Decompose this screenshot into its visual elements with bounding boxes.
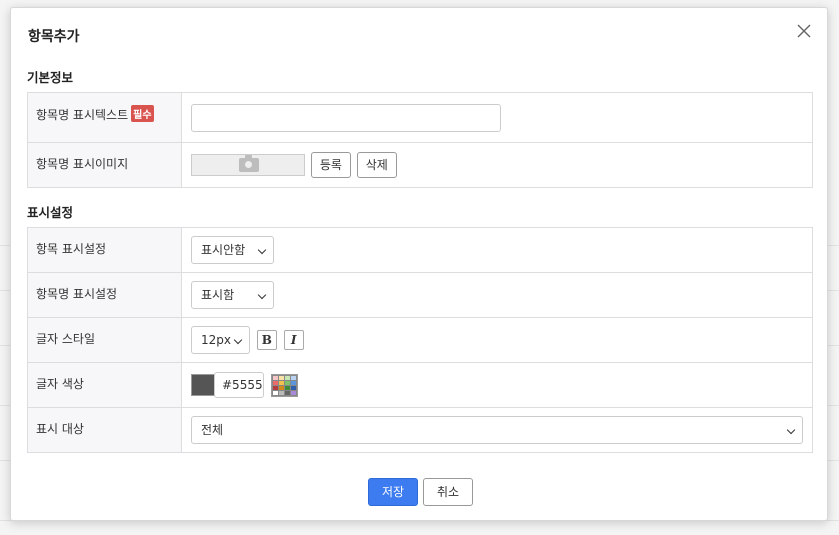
section-title-basic-info: 기본정보: [27, 70, 74, 85]
form-label: 항목명 표시이미지: [27, 142, 182, 188]
item-name-text-input[interactable]: [191, 103, 501, 132]
save-button[interactable]: 저장: [368, 478, 418, 506]
item-display-selected: 표시안함: [201, 243, 246, 257]
form-row-item-name-display: 항목명 표시설정 표시함: [27, 272, 813, 318]
close-button[interactable]: [795, 22, 813, 40]
chevron-down-icon: [257, 290, 267, 300]
chevron-down-icon: [786, 425, 796, 435]
delete-image-button[interactable]: 삭제: [356, 152, 397, 178]
form-value: 등록 삭제: [181, 142, 813, 188]
image-preview: [191, 154, 305, 176]
form-value: #5555: [181, 362, 813, 408]
item-name-display-label: 항목명 표시설정: [36, 287, 118, 301]
form-row-item-name-image: 항목명 표시이미지 등록 삭제: [27, 142, 813, 188]
form-value: 전체: [181, 407, 813, 453]
form-row-display-target: 표시 대상 전체: [27, 407, 813, 453]
item-name-text-label: 항목명 표시텍스트: [36, 108, 129, 122]
item-display-label: 항목 표시설정: [36, 242, 107, 256]
display-target-select[interactable]: 전체: [191, 416, 803, 444]
form-value: 12px B I: [181, 317, 813, 363]
chevron-down-icon: [233, 335, 243, 345]
form-row-font-color: 글자 색상 #5555: [27, 362, 813, 408]
font-size-select[interactable]: 12px: [191, 326, 250, 354]
close-icon: [797, 24, 811, 38]
form-label: 항목명 표시텍스트 필수: [27, 92, 182, 143]
form-value: 표시함: [181, 272, 813, 318]
form-label: 글자 색상: [27, 362, 182, 408]
form-row-item-display: 항목 표시설정 표시안함: [27, 227, 813, 273]
form-value: 표시안함: [181, 227, 813, 273]
required-badge: 필수: [131, 105, 154, 122]
color-palette-icon[interactable]: [270, 373, 298, 397]
color-value-input[interactable]: #5555: [214, 372, 264, 398]
item-name-display-select[interactable]: 표시함: [191, 281, 274, 309]
form-label: 항목명 표시설정: [27, 272, 182, 318]
bold-button[interactable]: B: [256, 330, 277, 350]
font-color-label: 글자 색상: [36, 377, 84, 391]
item-display-select[interactable]: 표시안함: [191, 236, 274, 264]
italic-button[interactable]: I: [283, 330, 304, 350]
font-size-selected: 12px: [201, 333, 231, 347]
form-value: [181, 92, 813, 143]
cancel-button[interactable]: 취소: [423, 478, 473, 506]
section-title-display-settings: 표시설정: [27, 205, 74, 220]
form-row-item-name-text: 항목명 표시텍스트 필수: [27, 92, 813, 143]
item-name-display-selected: 표시함: [201, 288, 235, 302]
camera-icon: [239, 155, 259, 172]
form-label: 표시 대상: [27, 407, 182, 453]
font-style-label: 글자 스타일: [36, 332, 96, 346]
add-item-modal: 항목추가 기본정보 항목명 표시텍스트 필수 항목명 표시이미지 등록 삭제 표…: [10, 7, 828, 521]
chevron-down-icon: [257, 245, 267, 255]
modal-title: 항목추가: [28, 29, 80, 45]
color-swatch[interactable]: [191, 374, 215, 396]
form-label: 항목 표시설정: [27, 227, 182, 273]
display-target-selected: 전체: [201, 423, 224, 437]
form-label: 글자 스타일: [27, 317, 182, 363]
form-row-font-style: 글자 스타일 12px B I: [27, 317, 813, 363]
basic-info-table: 항목명 표시텍스트 필수 항목명 표시이미지 등록 삭제: [27, 92, 813, 188]
display-target-label: 표시 대상: [36, 422, 84, 436]
register-image-button[interactable]: 등록: [310, 152, 351, 178]
item-name-image-label: 항목명 표시이미지: [36, 157, 129, 171]
display-settings-table: 항목 표시설정 표시안함 항목명 표시설정 표시함 글자 스타일 12px B …: [27, 227, 813, 453]
